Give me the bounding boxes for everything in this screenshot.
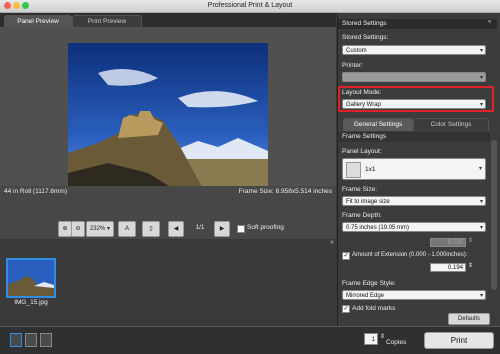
extension-checkbox[interactable]: ✓ <box>342 252 350 260</box>
defaults-button[interactable]: Defaults <box>448 313 490 325</box>
arrow-left-icon: ◀ <box>173 226 179 232</box>
chevron-down-icon: ▾ <box>479 48 483 54</box>
split-view-button[interactable] <box>25 333 37 347</box>
layout-mode-value: Gallery Wrap <box>346 102 381 108</box>
printer-dropdown[interactable]: ▾ <box>342 72 486 82</box>
chevron-down-icon: ▾ <box>479 75 483 81</box>
stored-settings-value: Custom <box>346 48 367 54</box>
panel-layout-dropdown[interactable]: 1x1 ▾ <box>342 158 486 180</box>
frame-settings-header: Frame Settings <box>338 132 490 142</box>
previous-page-button[interactable]: ◀ <box>168 221 184 237</box>
panel-layout-icon <box>346 162 361 178</box>
stored-settings-header[interactable]: Stored Settings <box>338 19 497 29</box>
roll-size-text: 44 in Roll (1117.6mm) <box>4 188 67 195</box>
thumbnail-filename: IMG_15.jpg <box>14 299 48 306</box>
stored-settings-dropdown[interactable]: Custom ▾ <box>342 45 486 55</box>
copies-stepper-icon[interactable]: ⇕ <box>380 333 385 340</box>
fold-marks-checkbox[interactable]: ✓ <box>342 305 350 313</box>
page-icon: ▯ <box>149 226 153 232</box>
frame-depth-dropdown[interactable]: 0.75 inches (19.05 mm) ▾ <box>342 222 486 232</box>
zoom-level-value: 232% <box>89 226 106 232</box>
panel-layout-value: 1x1 <box>365 166 376 173</box>
frame-depth-value: 0.75 inches (19.05 mm) <box>346 225 410 231</box>
stored-settings-label: Stored Settings: <box>342 34 389 41</box>
stepper-icon[interactable]: ⇕ <box>468 262 473 269</box>
preview-photo <box>68 43 268 198</box>
chevron-down-icon: ▾ <box>479 225 483 231</box>
text-tool-button[interactable]: A <box>118 221 136 237</box>
printer-label: Printer: <box>342 62 363 69</box>
frame-size-label: Frame Size: <box>342 186 378 193</box>
window-title: Professional Print & Layout <box>207 2 293 9</box>
settings-scrollbar[interactable] <box>491 140 497 290</box>
zoom-level-dropdown[interactable]: 232% ▾ <box>86 221 114 237</box>
frame-depth-label: Frame Depth: <box>342 212 382 219</box>
frame-size-value: Fit to image size <box>346 199 390 205</box>
frame-size-text: Frame Size: 6.958x5.514 inches <box>238 188 332 195</box>
copies-label: Copies <box>386 339 407 346</box>
filmstrip-view-button[interactable] <box>40 333 52 347</box>
zoom-in-button[interactable]: ⊕ <box>58 221 72 237</box>
page-setup-button[interactable]: ▯ <box>142 221 160 237</box>
single-view-button[interactable] <box>10 333 22 347</box>
zoom-out-button[interactable]: ⊖ <box>71 221 85 237</box>
thumbnail-image[interactable] <box>6 258 56 298</box>
double-chevron-icon[interactable]: « <box>488 19 491 25</box>
stepper-icon[interactable]: ⇕ <box>468 237 473 244</box>
next-page-button[interactable]: ▶ <box>214 221 230 237</box>
frame-edge-style-value: Mirrored Edge <box>346 293 385 299</box>
tab-color-settings[interactable]: Color Settings <box>413 118 489 131</box>
print-button[interactable]: Print <box>424 332 494 349</box>
page-indicator: 1/1 <box>195 224 205 231</box>
frame-edge-style-dropdown[interactable]: Mirrored Edge ▾ <box>342 290 486 300</box>
layout-mode-label: Layout Mode: <box>342 89 382 96</box>
layout-mode-dropdown[interactable]: Gallery Wrap ▾ <box>342 99 486 109</box>
extension-number-field[interactable]: 0.194 <box>430 263 466 272</box>
extension-label: Amount of Extension (0.000 - 1.000inches… <box>352 252 468 258</box>
chevron-down-icon: ▾ <box>479 293 483 299</box>
double-chevron-down-icon[interactable]: » <box>330 239 334 246</box>
copies-field[interactable]: 1 <box>364 333 378 345</box>
frame-depth-number-field[interactable]: 0.750 <box>430 238 466 247</box>
chevron-down-icon: ▾ <box>478 166 482 172</box>
fold-marks-label: Add fold marks <box>352 305 396 312</box>
text-icon: A <box>124 226 129 232</box>
chevron-down-icon: ▾ <box>479 102 483 108</box>
arrow-right-icon: ▶ <box>219 226 225 232</box>
panel-layout-label: Panel Layout: <box>342 148 382 155</box>
frame-edge-style-label: Frame Edge Style: <box>342 280 396 287</box>
chevron-down-icon: ▾ <box>479 199 483 205</box>
tab-general-settings[interactable]: General Settings <box>343 118 413 131</box>
soft-proofing-checkbox[interactable] <box>237 225 245 233</box>
soft-proofing-label: Soft proofing <box>247 224 284 231</box>
frame-size-dropdown[interactable]: Fit to image size ▾ <box>342 196 486 206</box>
